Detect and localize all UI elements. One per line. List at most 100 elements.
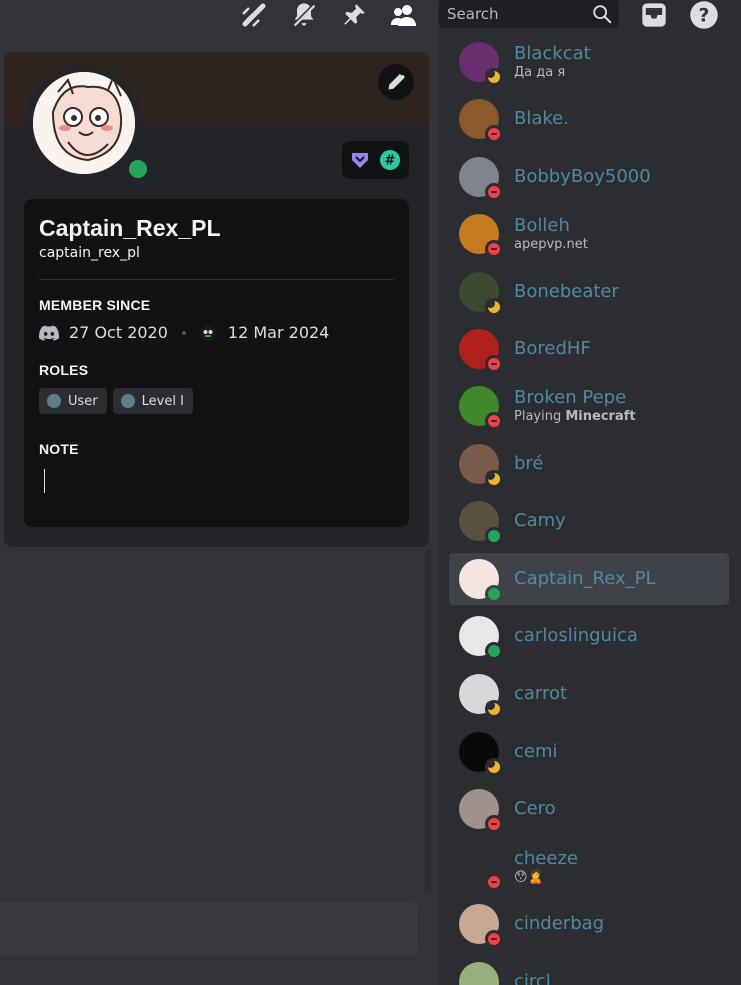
member-list-item[interactable]: Cero xyxy=(449,783,729,835)
member-name: bré xyxy=(514,453,544,474)
dnd-status-icon xyxy=(485,815,503,833)
member-list-toggle-button[interactable] xyxy=(388,0,420,30)
activity-prefix: Playing xyxy=(514,409,566,424)
inbox-button[interactable] xyxy=(638,0,670,30)
avatar xyxy=(459,732,503,776)
member-text: Blackcat Да да я xyxy=(514,43,591,81)
member-text: Cero xyxy=(514,798,556,820)
online-status-indicator xyxy=(125,156,151,182)
member-text: Bolleh apepvp.net xyxy=(514,215,588,253)
search-box[interactable] xyxy=(439,0,619,28)
avatar xyxy=(459,559,503,603)
pencil-icon xyxy=(388,73,405,90)
chat-scrollbar[interactable] xyxy=(425,548,432,893)
member-custom-status: apepvp.net xyxy=(514,237,588,252)
online-status-icon xyxy=(485,527,503,545)
member-name: cinderbag xyxy=(514,913,605,934)
idle-status-icon xyxy=(485,470,503,488)
member-list-item[interactable]: BobbyBoy5000 xyxy=(449,151,729,203)
member-name: BobbyBoy5000 xyxy=(514,166,651,187)
pinned-messages-button[interactable] xyxy=(338,0,370,30)
member-list-item[interactable]: circl xyxy=(449,956,729,985)
avatar xyxy=(459,616,503,660)
member-name: cheeze xyxy=(514,848,578,869)
message-composer[interactable] xyxy=(0,902,418,956)
avatar xyxy=(459,674,503,718)
profile-info-card: Captain_Rex_PL captain_rex_pl MEMBER SIN… xyxy=(24,199,409,527)
threads-icon xyxy=(242,3,266,27)
svg-text:#: # xyxy=(384,154,395,169)
help-button[interactable]: ? xyxy=(688,0,720,30)
inbox-icon xyxy=(642,3,666,27)
discord-logo-icon xyxy=(39,325,59,341)
role-color-dot xyxy=(120,394,135,408)
idle-status-icon xyxy=(485,700,503,718)
role-color-dot xyxy=(47,394,61,408)
idle-status-icon xyxy=(485,758,503,776)
search-input[interactable] xyxy=(447,5,587,23)
profile-avatar-frame[interactable] xyxy=(26,65,151,182)
role-label: Level I xyxy=(141,393,184,409)
role-label: User xyxy=(68,393,98,409)
member-list-item[interactable]: Camy xyxy=(449,495,729,547)
active-developer-icon[interactable]: # xyxy=(379,149,401,171)
member-list-item[interactable]: carrot xyxy=(449,668,729,720)
member-text: BobbyBoy5000 xyxy=(514,166,651,188)
notification-settings-button[interactable] xyxy=(288,0,320,30)
avatar xyxy=(459,386,503,430)
member-name: Bolleh xyxy=(514,215,570,236)
member-list-item[interactable]: cheeze 😯🙎 xyxy=(449,841,729,893)
member-list-item[interactable]: Bonebeater xyxy=(449,266,729,318)
search-icon xyxy=(593,5,612,24)
member-since-title: MEMBER SINCE xyxy=(39,297,151,313)
hypesquad-icon[interactable] xyxy=(350,150,370,170)
dnd-status-icon xyxy=(485,355,503,373)
member-text: cinderbag xyxy=(514,913,604,935)
avatar xyxy=(459,904,503,948)
member-name: Broken Pepe xyxy=(514,387,627,408)
member-custom-status: 😯🙎 xyxy=(514,870,544,885)
member-list-item[interactable]: Blake. xyxy=(449,93,729,145)
member-list-item[interactable]: Bolleh apepvp.net xyxy=(449,208,729,260)
online-status-icon xyxy=(485,585,503,603)
member-name: Bonebeater xyxy=(514,281,619,302)
threads-button[interactable] xyxy=(238,0,270,30)
roles-list: User Level I xyxy=(39,388,394,414)
avatar xyxy=(459,789,503,833)
roles-title: ROLES xyxy=(39,362,89,378)
role-pill-user[interactable]: User xyxy=(39,388,107,414)
avatar xyxy=(459,329,503,373)
member-activity: Playing Minecraft xyxy=(514,409,636,425)
member-list-item[interactable]: cemi xyxy=(449,726,729,778)
member-name: Blackcat xyxy=(514,43,591,64)
pin-icon xyxy=(344,4,365,25)
note-title: NOTE xyxy=(39,441,79,457)
member-custom-status: Да да я xyxy=(514,65,566,80)
member-list-item[interactable]: cinderbag xyxy=(449,898,729,950)
server-join-date: 12 Mar 2024 xyxy=(227,323,330,342)
user-profile-popout: # Captain_Rex_PL captain_rex_pl MEMBER S… xyxy=(4,52,429,547)
member-text: Bonebeater xyxy=(514,281,619,303)
avatar xyxy=(459,272,503,316)
server-icon xyxy=(199,324,216,341)
dnd-status-icon xyxy=(485,930,503,948)
separator-dot xyxy=(181,330,186,335)
member-text: carrot xyxy=(514,683,567,705)
member-list-item[interactable]: Blackcat Да да я xyxy=(449,36,729,88)
online-status-icon xyxy=(485,642,503,660)
member-list-item[interactable]: BoredHF xyxy=(449,323,729,375)
member-list-item[interactable]: Broken Pepe Playing Minecraft xyxy=(449,380,729,432)
display-name: Captain_Rex_PL xyxy=(39,215,221,241)
member-since-row: 27 Oct 2020 12 Mar 2024 xyxy=(39,323,394,342)
member-list-item[interactable]: Captain_Rex_PL xyxy=(449,553,729,605)
edit-profile-button[interactable] xyxy=(378,64,414,100)
avatar xyxy=(33,72,135,174)
member-text: circl xyxy=(514,971,551,985)
member-list-item[interactable]: carloslinguica xyxy=(449,610,729,662)
note-input[interactable] xyxy=(44,469,399,493)
member-list-item[interactable]: bré xyxy=(449,438,729,490)
avatar xyxy=(459,444,503,488)
role-pill-level-i[interactable]: Level I xyxy=(112,388,193,414)
avatar xyxy=(459,962,499,985)
svg-text:?: ? xyxy=(699,5,710,26)
